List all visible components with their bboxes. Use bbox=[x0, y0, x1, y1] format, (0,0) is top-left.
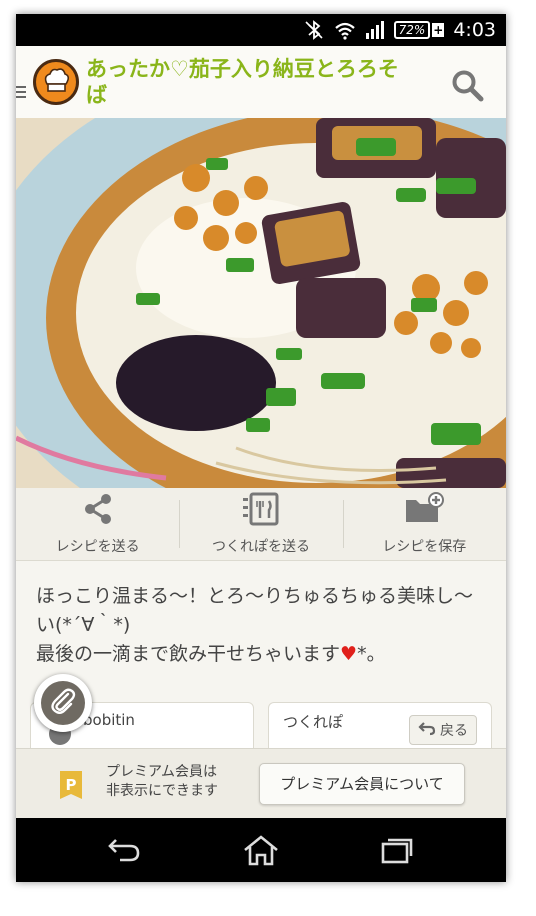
paperclip-icon bbox=[48, 686, 78, 720]
send-tsukurepo-button[interactable]: つくれぽを送る bbox=[179, 488, 342, 560]
clip-fab-button[interactable] bbox=[34, 674, 92, 732]
menu-icon[interactable] bbox=[16, 86, 26, 101]
save-folder-icon bbox=[404, 492, 445, 530]
back-arrow-icon bbox=[418, 720, 436, 740]
back-button[interactable]: 戻る bbox=[409, 715, 477, 745]
status-bar: 72% + 4:03 bbox=[16, 14, 506, 46]
battery-indicator: 72% + bbox=[393, 21, 445, 39]
action-bar: レシピを送る つくれぽを送る レシピを保存 bbox=[16, 488, 506, 561]
send-recipe-label: レシピを送る bbox=[55, 539, 140, 555]
phone-screen: 72% + 4:03 あったか♡茄子入り納豆とろろそば レシピを送る つくれぽを… bbox=[16, 14, 506, 882]
battery-level: 72% bbox=[393, 21, 431, 39]
back-label: 戻る bbox=[440, 723, 468, 739]
premium-ad-bar: P プレミアム会員は 非表示にできます プレミアム会員について bbox=[16, 748, 506, 819]
charging-icon: + bbox=[432, 23, 445, 37]
home-nav-icon[interactable] bbox=[242, 834, 280, 870]
wifi-icon bbox=[334, 20, 356, 40]
save-recipe-button[interactable]: レシピを保存 bbox=[342, 488, 506, 560]
description-line-2a: 最後の一滴まで飲み干せちゃいます bbox=[36, 643, 341, 665]
signal-icon bbox=[365, 21, 385, 39]
send-recipe-button[interactable]: レシピを送る bbox=[16, 488, 179, 560]
back-nav-icon[interactable] bbox=[106, 836, 142, 868]
author-name: bobitin bbox=[83, 711, 135, 729]
recent-apps-nav-icon[interactable] bbox=[380, 836, 414, 868]
premium-message-line-2: 非表示にできます bbox=[106, 783, 218, 799]
description-line-1: ほっこり温まる〜！とろ〜りちゅるちゅる美味し〜い(*´∀｀*) bbox=[36, 585, 474, 636]
premium-message-line-1: プレミアム会員は bbox=[106, 764, 218, 780]
bluetooth-off-icon bbox=[303, 19, 325, 41]
system-nav-bar bbox=[16, 818, 506, 882]
description-line-2: 最後の一滴まで飲み干せちゃいます♥*。 bbox=[36, 640, 486, 669]
description-line-2b: *。 bbox=[357, 643, 386, 665]
recipe-description: ほっこり温まる〜！とろ〜りちゅるちゅる美味し〜い(*´∀｀*) 最後の一滴まで飲… bbox=[36, 582, 486, 669]
cookpad-chef-logo[interactable] bbox=[33, 59, 79, 105]
send-tsukurepo-label: つくれぽを送る bbox=[211, 539, 310, 555]
report-icon bbox=[241, 492, 281, 530]
clock: 4:03 bbox=[453, 19, 496, 41]
recipe-photo bbox=[16, 118, 506, 488]
premium-info-button[interactable]: プレミアム会員について bbox=[259, 763, 465, 805]
search-icon[interactable] bbox=[450, 68, 486, 108]
premium-message: プレミアム会員は 非表示にできます bbox=[106, 763, 218, 801]
save-recipe-label: レシピを保存 bbox=[382, 539, 467, 555]
heart-emoji: ♥ bbox=[340, 643, 358, 665]
page-title: あったか♡茄子入り納豆とろろそば bbox=[86, 57, 399, 107]
tsukurepo-label: つくれぽ bbox=[283, 713, 344, 731]
premium-badge-icon: P bbox=[60, 771, 82, 799]
share-icon bbox=[81, 492, 115, 530]
